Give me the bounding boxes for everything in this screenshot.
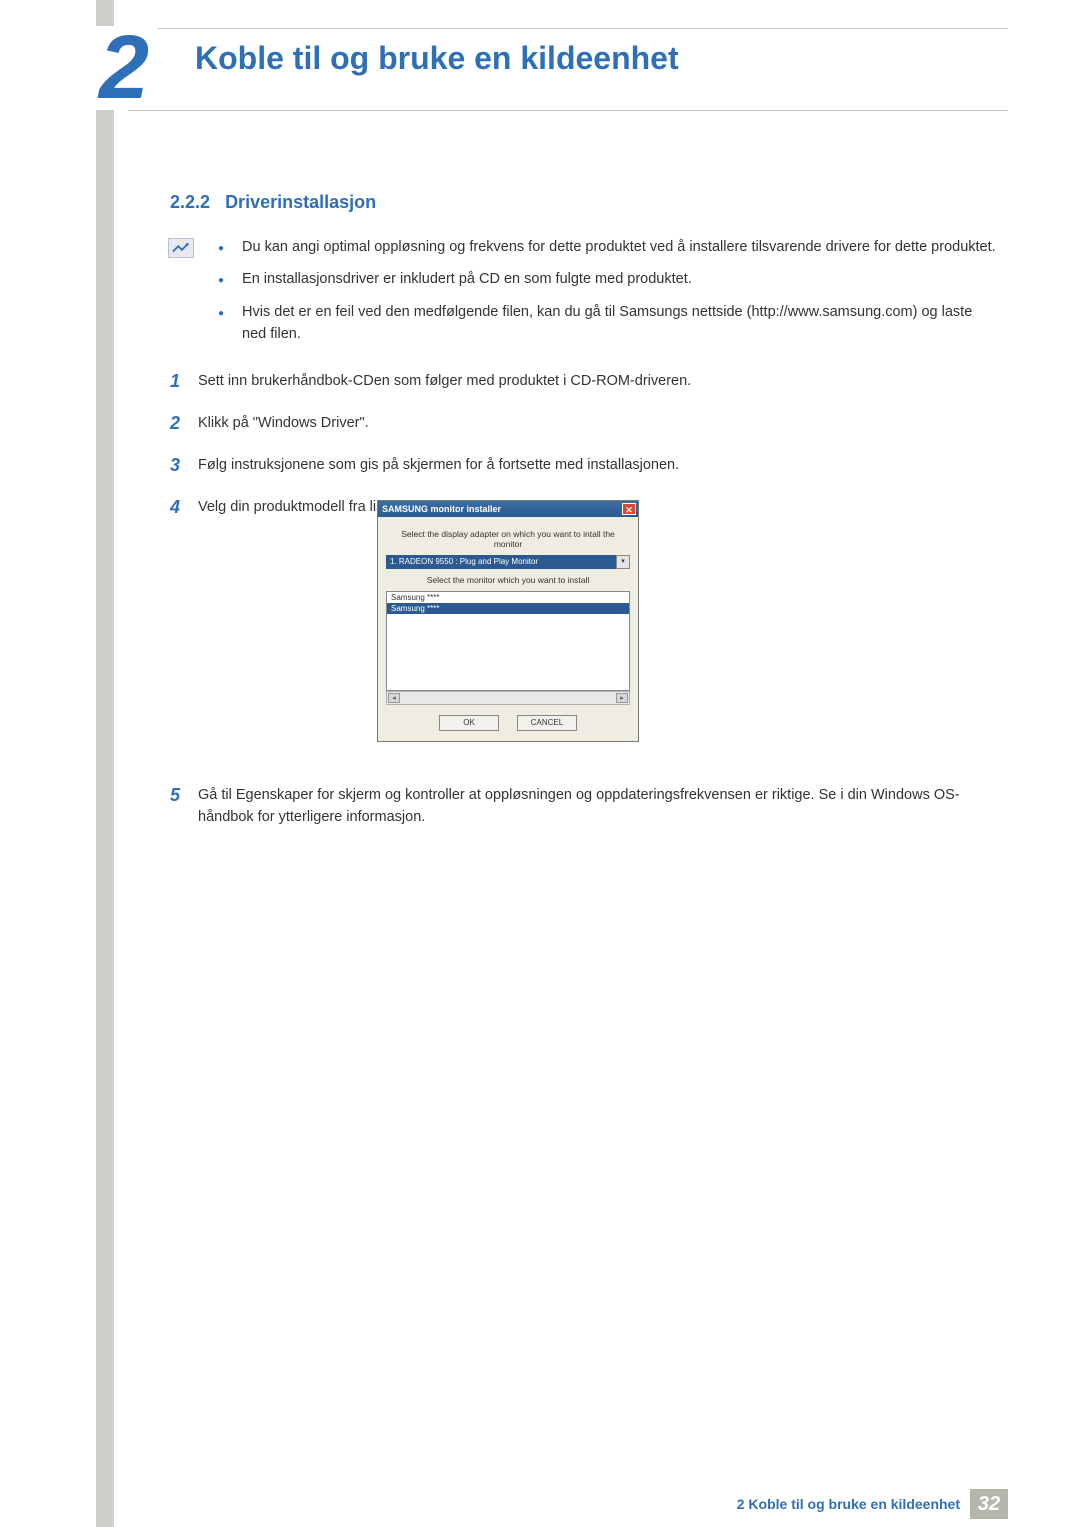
steps-list-after: 5 Gå til Egenskaper for skjerm og kontro… bbox=[170, 782, 1000, 843]
installer-title: SAMSUNG monitor installer bbox=[382, 504, 501, 514]
footer-text: 2 Koble til og bruke en kildeenhet bbox=[737, 1496, 960, 1512]
footer-right: 2 Koble til og bruke en kildeenhet 32 bbox=[737, 1489, 1008, 1519]
divider-top-2 bbox=[128, 110, 1008, 111]
step-number: 2 bbox=[170, 410, 194, 438]
chapter-badge: 2 bbox=[90, 26, 158, 110]
footer: 2 Koble til og bruke en kildeenhet 32 bbox=[0, 1487, 1080, 1527]
list-item[interactable]: Samsung **** bbox=[387, 592, 629, 603]
close-icon[interactable]: ✕ bbox=[622, 503, 636, 515]
monitor-listbox[interactable]: Samsung **** Samsung **** bbox=[386, 591, 630, 691]
note-list: ● Du kan angi optimal oppløsning og frek… bbox=[218, 236, 1000, 356]
step-number: 3 bbox=[170, 452, 194, 480]
list-item[interactable]: Samsung **** bbox=[387, 603, 629, 614]
section-heading: 2.2.2 Driverinstallasjon bbox=[170, 192, 376, 213]
step-number: 4 bbox=[170, 494, 194, 522]
step-number: 5 bbox=[170, 782, 194, 829]
chevron-down-icon[interactable]: ▾ bbox=[616, 555, 630, 569]
scroll-left-icon[interactable]: ◂ bbox=[388, 693, 400, 703]
note-icon bbox=[168, 238, 194, 258]
note-item: ● En installasjonsdriver er inkludert på… bbox=[218, 268, 1000, 290]
ok-button[interactable]: OK bbox=[439, 715, 499, 731]
page-number: 32 bbox=[970, 1489, 1008, 1519]
cancel-button[interactable]: CANCEL bbox=[517, 715, 577, 731]
horizontal-scrollbar[interactable]: ◂ ▸ bbox=[386, 691, 630, 705]
note-item: ● Du kan angi optimal oppløsning og frek… bbox=[218, 236, 1000, 258]
step-item: 3 Følg instruksjonene som gis på skjerme… bbox=[170, 452, 1000, 480]
installer-buttons: OK CANCEL bbox=[386, 715, 630, 731]
step-item: 1 Sett inn brukerhåndbok-CDen som følger… bbox=[170, 368, 1000, 396]
adapter-select[interactable]: 1. RADEON 9550 : Plug and Play Monitor ▾ bbox=[386, 555, 630, 569]
installer-dialog: SAMSUNG monitor installer ✕ Select the d… bbox=[377, 500, 639, 742]
step-number: 1 bbox=[170, 368, 194, 396]
note-item: ● Hvis det er en feil ved den medfølgend… bbox=[218, 301, 1000, 346]
installer-body: Select the display adapter on which you … bbox=[378, 517, 638, 741]
installer-monitor-label: Select the monitor which you want to ins… bbox=[386, 575, 630, 585]
section-title: Driverinstallasjon bbox=[225, 192, 376, 212]
section-number: 2.2.2 bbox=[170, 192, 210, 212]
step-text: Sett inn brukerhåndbok-CDen som følger m… bbox=[198, 368, 1000, 396]
step-item: 5 Gå til Egenskaper for skjerm og kontro… bbox=[170, 782, 1000, 829]
bullet-icon: ● bbox=[218, 306, 224, 346]
left-stripe bbox=[96, 0, 114, 1527]
chapter-number: 2 bbox=[90, 26, 158, 110]
note-text: En installasjonsdriver er inkludert på C… bbox=[242, 268, 1000, 290]
step-item: 2 Klikk på "Windows Driver". bbox=[170, 410, 1000, 438]
divider-top-1 bbox=[128, 28, 1008, 29]
bullet-icon: ● bbox=[218, 273, 224, 290]
scroll-right-icon[interactable]: ▸ bbox=[616, 693, 628, 703]
note-text: Du kan angi optimal oppløsning og frekve… bbox=[242, 236, 1000, 258]
note-text: Hvis det er en feil ved den medfølgende … bbox=[242, 301, 1000, 346]
installer-adapter-label: Select the display adapter on which you … bbox=[386, 529, 630, 549]
step-text: Gå til Egenskaper for skjerm og kontroll… bbox=[198, 782, 1000, 829]
chapter-title: Koble til og bruke en kildeenhet bbox=[195, 40, 679, 77]
step-text: Klikk på "Windows Driver". bbox=[198, 410, 1000, 438]
installer-titlebar: SAMSUNG monitor installer ✕ bbox=[378, 501, 638, 517]
adapter-select-value: 1. RADEON 9550 : Plug and Play Monitor bbox=[390, 557, 538, 566]
bullet-icon: ● bbox=[218, 241, 224, 258]
step-text: Følg instruksjonene som gis på skjermen … bbox=[198, 452, 1000, 480]
